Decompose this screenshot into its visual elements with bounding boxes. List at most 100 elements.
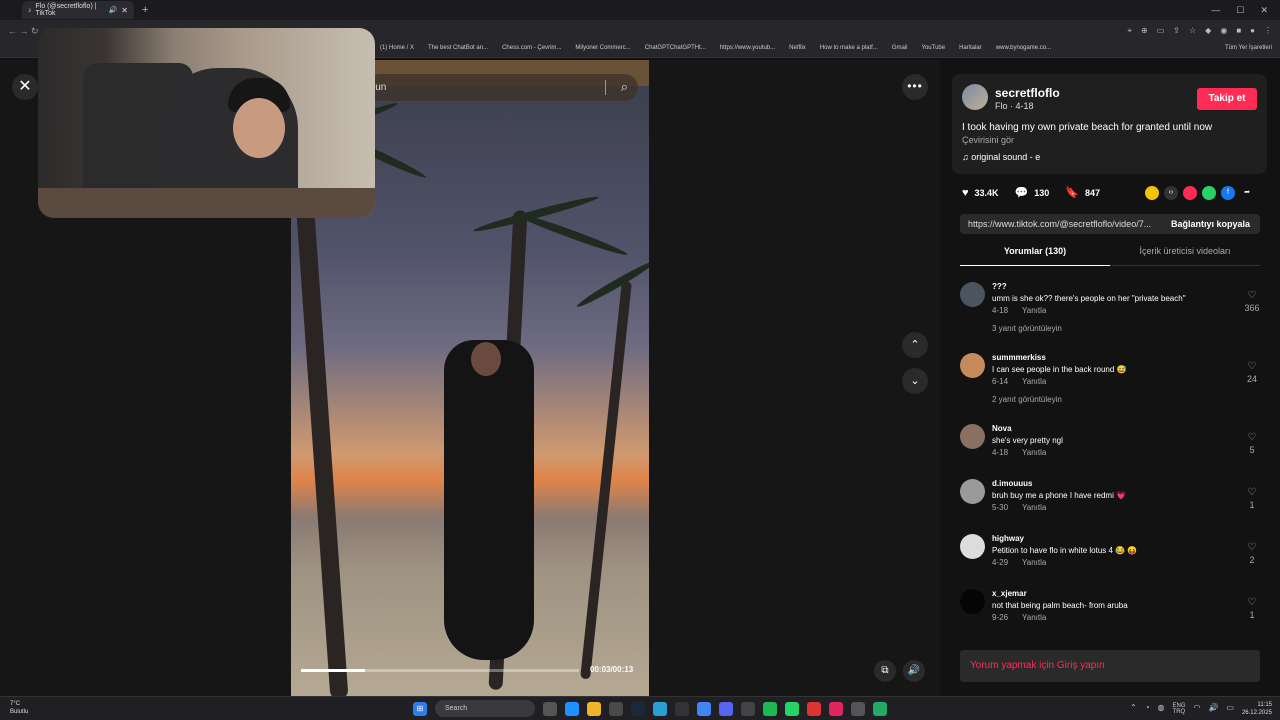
comment-like-button[interactable]: ♡ 2 (1242, 542, 1262, 565)
reply-link[interactable]: Yanıtla (1022, 306, 1046, 315)
discord-icon[interactable] (719, 701, 733, 716)
app-icon[interactable] (741, 701, 755, 716)
bookmark-item[interactable]: Milyoner Commerc... (575, 45, 630, 51)
extension-icon[interactable]: ◉ (1220, 26, 1227, 36)
sound-link[interactable]: ♫ original sound - e (962, 152, 1040, 162)
comment-like-button[interactable]: ♡ 24 (1242, 361, 1262, 384)
translate-link[interactable]: Çevirisini gör (962, 135, 1014, 145)
app-icon[interactable] (851, 701, 865, 716)
translate-icon[interactable]: ⌖ (1128, 26, 1133, 36)
comment-author[interactable]: Nova (992, 424, 1012, 433)
avatar[interactable] (960, 589, 985, 614)
progress-bar[interactable] (301, 669, 579, 672)
embed-icon[interactable]: ‹› (1164, 186, 1178, 200)
avatar[interactable] (960, 282, 985, 307)
link-field[interactable]: https://www.tiktok.com/@secretfloflo/vid… (960, 214, 1260, 234)
heart-icon[interactable]: ♡ (1248, 361, 1257, 372)
bookmark-item[interactable]: How to make a platf... (820, 45, 878, 51)
menu-icon[interactable]: ⋮ (1264, 26, 1272, 36)
new-tab-button[interactable]: + (142, 4, 148, 16)
app-icon[interactable] (609, 701, 623, 716)
file-explorer-icon[interactable] (587, 701, 601, 716)
avatar[interactable] (962, 84, 988, 110)
heart-icon[interactable]: ♡ (1248, 432, 1257, 443)
minimize-button[interactable]: — (1211, 5, 1220, 16)
bookmark-item[interactable]: Chess.com - Çevrim... (502, 45, 561, 51)
maximize-button[interactable]: ☐ (1236, 5, 1244, 16)
volume-icon[interactable]: 🔊 (903, 660, 925, 682)
bookmark-item[interactable]: Netflix (789, 45, 806, 51)
emoji-share-icon[interactable] (1145, 186, 1159, 200)
close-window-button[interactable]: ✕ (1260, 5, 1268, 16)
chrome-icon[interactable] (697, 701, 711, 716)
search-icon[interactable]: ⌕ (621, 79, 628, 95)
wifi-icon[interactable]: ◠ (1194, 703, 1201, 715)
heart-icon[interactable]: ♡ (1248, 597, 1257, 608)
login-to-comment-button[interactable]: Yorum yapmak için Giriş yapın (960, 650, 1260, 682)
bookmark-item[interactable]: www.bynogame.co... (996, 45, 1051, 51)
extension-icon[interactable]: ■ (1236, 26, 1241, 36)
heart-icon[interactable]: ♥ (962, 187, 969, 199)
zoom-icon[interactable]: ⊕ (1141, 26, 1148, 36)
speaker-icon[interactable]: 🔊 (109, 6, 118, 14)
whatsapp-icon[interactable] (785, 701, 799, 716)
picture-in-picture-icon[interactable]: ⧉ (874, 660, 896, 682)
comment-author[interactable]: d.imouuus (992, 479, 1032, 488)
mic-icon[interactable]: ◍ (1158, 703, 1165, 715)
task-view-icon[interactable] (543, 701, 557, 716)
facebook-icon[interactable]: f (1221, 186, 1235, 200)
next-video-button[interactable]: ⌄ (902, 368, 928, 394)
forward-icon[interactable]: ➦ (1240, 186, 1254, 200)
heart-icon[interactable]: ♡ (1248, 290, 1257, 301)
username[interactable]: secretfloflo (995, 86, 1060, 100)
bookmark-item[interactable]: ChatGPTChatGPTHt... (645, 45, 706, 51)
bookmark-item[interactable]: Gmail (892, 45, 908, 51)
avatar[interactable] (960, 479, 985, 504)
bookmark-item[interactable]: The best ChatBot an... (428, 45, 488, 51)
avatar[interactable] (960, 353, 985, 378)
heart-icon[interactable]: ♡ (1248, 487, 1257, 498)
share-icon[interactable]: ⇪ (1173, 26, 1180, 36)
language-indicator[interactable]: ENG TRQ (1173, 703, 1186, 715)
app-icon[interactable] (829, 701, 843, 716)
taskbar-search[interactable]: Search (435, 700, 535, 717)
profile-icon[interactable]: ● (1250, 26, 1255, 36)
network-icon[interactable]: ◔ (1145, 703, 1150, 715)
steam-icon[interactable] (631, 701, 645, 716)
comment-author[interactable]: x_xjemar (992, 589, 1027, 598)
copy-link-button[interactable]: Bağlantıyı kopyala (1171, 214, 1250, 234)
reply-link[interactable]: Yanıtla (1022, 503, 1046, 512)
tab-creator-videos[interactable]: İçerik üreticisi videoları (1110, 246, 1260, 256)
bookmark-star-icon[interactable]: ☆ (1189, 26, 1196, 36)
comment-author[interactable]: summmerkiss (992, 353, 1046, 362)
reply-link[interactable]: Yanıtla (1022, 613, 1046, 622)
reply-link[interactable]: Yanıtla (1022, 448, 1046, 457)
all-bookmarks[interactable]: Tüm Yer İşaretleri (1225, 45, 1272, 51)
close-tab-icon[interactable]: ✕ (121, 6, 128, 15)
app-icon[interactable] (675, 701, 689, 716)
bookmark-item[interactable]: YouTube (922, 45, 946, 51)
start-icon[interactable]: ⊞ (413, 701, 427, 716)
avatar[interactable] (960, 424, 985, 449)
comment-author[interactable]: ??? (992, 282, 1007, 291)
bookmark-item[interactable]: Haritalar (959, 45, 982, 51)
view-replies-link[interactable]: 3 yanıt görüntüleyin (992, 324, 1062, 333)
more-options-button[interactable]: ••• (902, 74, 928, 100)
send-icon[interactable] (1183, 186, 1197, 200)
search-input[interactable]: lun ⌕ (367, 74, 638, 101)
cast-icon[interactable]: ▭ (1157, 26, 1165, 36)
weather-widget[interactable]: 7°C Bulutlu (10, 700, 28, 716)
avatar[interactable] (960, 534, 985, 559)
reply-link[interactable]: Yanıtla (1022, 377, 1046, 386)
bookmark-item[interactable]: https://www.youtub... (720, 45, 775, 51)
comment-author[interactable]: highway (992, 534, 1024, 543)
comment-like-button[interactable]: ♡ 1 (1242, 597, 1262, 620)
tab-comments[interactable]: Yorumlar (130) (960, 246, 1110, 266)
comment-like-button[interactable]: ♡ 1 (1242, 487, 1262, 510)
comment-icon[interactable]: 💬 (1015, 186, 1029, 199)
comment-like-button[interactable]: ♡ 366 (1242, 290, 1262, 313)
spotify-icon[interactable] (763, 701, 777, 716)
heart-icon[interactable]: ♡ (1248, 542, 1257, 553)
whatsapp-icon[interactable] (1202, 186, 1216, 200)
browser-tab[interactable]: ♪ Flo (@secretfloflo) | TikTok 🔊 ✕ (22, 1, 134, 19)
